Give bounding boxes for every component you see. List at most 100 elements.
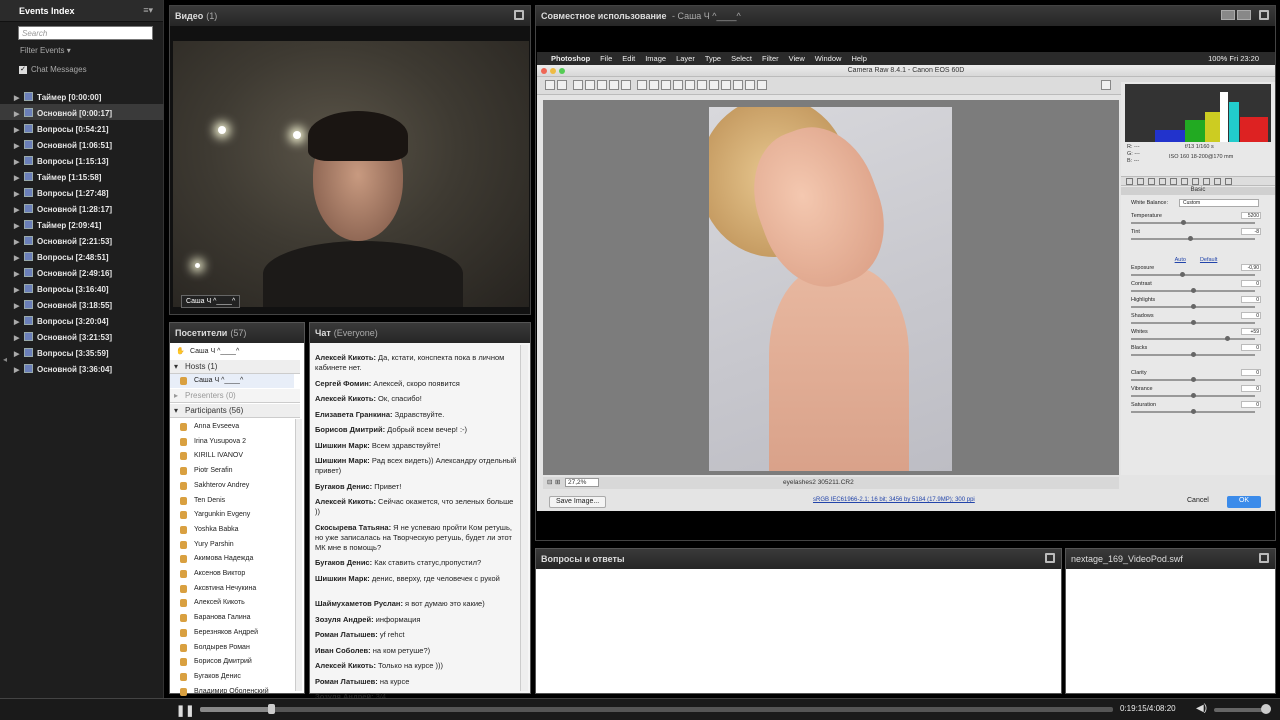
ok-button[interactable]: OK [1227,496,1261,508]
my-status[interactable]: ✋ Саша Ч ^____^ [170,345,294,359]
slider-knob[interactable] [1180,220,1186,225]
tool-icon[interactable] [557,80,567,90]
participant-row[interactable]: Березняков Андрей [170,626,294,640]
zoom-level[interactable]: 27,2% [565,478,599,487]
tool-icon[interactable] [685,80,695,90]
slider-knob[interactable] [1190,393,1196,398]
menu-icon[interactable]: ≡▾ [143,5,153,16]
event-item[interactable]: ▶ Основной [0:00:17] [0,104,164,120]
slider-value[interactable]: 0 [1241,344,1261,351]
slider-knob[interactable] [1190,288,1196,293]
event-item[interactable]: ▶ Вопросы [3:35:59] [0,344,164,360]
participant-row[interactable]: Баранова Галина [170,611,294,625]
adjust-slider[interactable]: Tint -8 [1131,228,1261,241]
tool-icon[interactable] [757,80,767,90]
slider-value[interactable]: 0 [1241,385,1261,392]
slider-value[interactable]: -8 [1241,228,1261,235]
slider-knob[interactable] [1190,352,1196,357]
save-image-button[interactable]: Save Image... [549,496,607,508]
adjust-slider[interactable]: Temperature 5200 [1131,212,1261,225]
tool-icon[interactable] [721,80,731,90]
mac-menu-item[interactable]: Image [645,54,666,63]
slider-value[interactable]: 0 [1241,296,1261,303]
attendees-scrollbar[interactable] [295,419,302,691]
participant-row[interactable]: KIRILL IVANOV [170,449,294,463]
adjust-slider[interactable]: Shadows 0 [1131,312,1261,325]
mac-menu-item[interactable]: Filter [762,54,779,63]
participant-row[interactable]: Yargunkin Evgeny [170,508,294,522]
preview-icon[interactable] [1101,80,1111,90]
adjust-slider[interactable]: Saturation 0 [1131,401,1261,414]
adjust-slider[interactable]: Blacks 0 [1131,344,1261,357]
chat-messages-checkbox[interactable]: ✓ Chat Messages [19,65,87,74]
seek-bar[interactable] [200,704,1113,714]
tool-icon[interactable] [609,80,619,90]
adjust-slider[interactable]: Whites +59 [1131,328,1261,341]
event-item[interactable]: ▶ Вопросы [3:16:40] [0,280,164,296]
slider-track[interactable] [1131,274,1255,276]
tool-icon[interactable] [661,80,671,90]
filter-events-dropdown[interactable]: Filter Events ▾ [20,46,71,55]
tool-icon[interactable] [733,80,743,90]
event-item[interactable]: ▶ Основной [3:18:55] [0,296,164,312]
seek-thumb[interactable] [268,704,276,714]
mac-menu-item[interactable]: View [789,54,805,63]
pause-icon[interactable]: ❚❚ [176,704,194,717]
zoom-out-icon[interactable]: ⊟ [547,478,552,486]
fullscreen-icon[interactable] [514,10,524,20]
participant-row[interactable]: Владимир Оболенский [170,685,294,699]
participant-row[interactable]: Irina Yusupova 2 [170,435,294,449]
tool-icon[interactable] [585,80,595,90]
collapse-arrow-icon[interactable]: ◂ [3,355,7,364]
view-icon[interactable] [1221,10,1235,20]
slider-knob[interactable] [1179,272,1185,277]
adjust-slider[interactable]: Clarity 0 [1131,369,1261,382]
slider-knob[interactable] [1190,320,1196,325]
fullscreen-icon[interactable] [1259,553,1269,563]
event-item[interactable]: ▶ Таймер [2:09:41] [0,216,164,232]
panel-tab-icon[interactable] [1159,178,1166,185]
panel-tab-icon[interactable] [1192,178,1199,185]
volume-icon[interactable]: ◀) [1196,703,1207,714]
participant-row[interactable]: Ten Denis [170,494,294,508]
event-item[interactable]: ▶ Основной [2:21:53] [0,232,164,248]
mac-menu-item[interactable]: Window [815,54,842,63]
view-icon[interactable] [1237,10,1251,20]
fullscreen-icon[interactable] [1259,10,1269,20]
fullscreen-icon[interactable] [1045,553,1055,563]
panel-tab-icon[interactable] [1225,178,1232,185]
participant-row[interactable]: Anna Evseeva [170,420,294,434]
slider-value[interactable]: 0 [1241,280,1261,287]
event-item[interactable]: ▶ Вопросы [3:20:04] [0,312,164,328]
zoom-dot[interactable] [559,68,565,74]
mac-menu-item[interactable]: File [600,54,612,63]
panel-tab-icon[interactable] [1126,178,1133,185]
event-item[interactable]: ▶ Таймер [0:00:00] [0,88,164,104]
event-item[interactable]: ▶ Основной [2:49:16] [0,264,164,280]
zoom-in-icon[interactable]: ⊞ [555,478,560,486]
tool-icon[interactable] [649,80,659,90]
tool-icon[interactable] [621,80,631,90]
host-row[interactable]: Саша Ч ^____^ [170,374,294,388]
participant-row[interactable]: Аксенов Виктор [170,567,294,581]
event-item[interactable]: ▶ Вопросы [1:27:48] [0,184,164,200]
slider-knob[interactable] [1190,377,1196,382]
panel-tab-icon[interactable] [1170,178,1177,185]
participant-row[interactable]: Piotr Serafin [170,464,294,478]
hosts-group[interactable]: ▾ Hosts (1) [170,360,300,374]
event-item[interactable]: ▶ Вопросы [2:48:51] [0,248,164,264]
tool-icon[interactable] [673,80,683,90]
participant-row[interactable]: Yury Parshin [170,538,294,552]
auto-link[interactable]: Auto [1175,257,1186,263]
event-item[interactable]: ▶ Основной [3:36:04] [0,360,164,376]
event-item[interactable]: ▶ Вопросы [1:15:13] [0,152,164,168]
slider-knob[interactable] [1188,236,1194,241]
participant-row[interactable]: Бугаков Денис [170,670,294,684]
event-item[interactable]: ▶ Таймер [1:15:58] [0,168,164,184]
panel-tab-icon[interactable] [1148,178,1155,185]
adjust-slider[interactable]: Contrast 0 [1131,280,1261,293]
slider-track[interactable] [1131,222,1255,224]
share-view-toggle[interactable] [1219,10,1251,22]
tool-icon[interactable] [573,80,583,90]
event-item[interactable]: ▶ Основной [1:28:17] [0,200,164,216]
